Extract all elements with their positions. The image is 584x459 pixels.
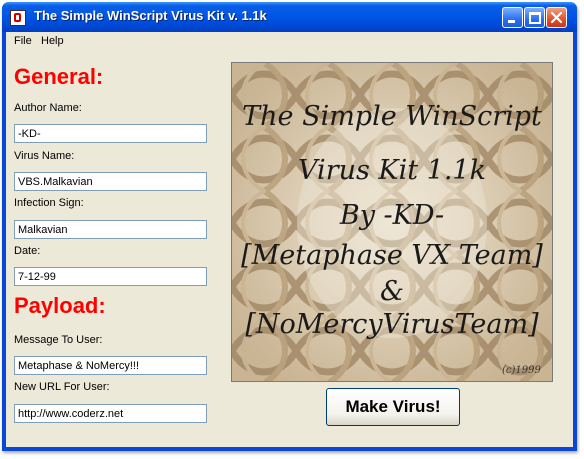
date-field[interactable]: 7-12-99 (14, 267, 207, 286)
general-heading: General: (14, 64, 104, 89)
minimize-button[interactable] (502, 7, 523, 28)
banner-image: The Simple WinScript Virus Kit 1.1k By -… (231, 62, 553, 382)
date-label: Date: (14, 245, 41, 257)
new-url-label: New URL For User: (14, 381, 110, 393)
infection-sign-label: Infection Sign: (14, 197, 84, 209)
close-icon (550, 11, 563, 24)
banner-line-kit: Virus Kit 1.1k (298, 155, 486, 186)
title-bar[interactable]: The Simple WinScript Virus Kit v. 1.1k (2, 2, 577, 32)
window-title: The Simple WinScript Virus Kit v. 1.1k (34, 8, 267, 23)
app-window: The Simple WinScript Virus Kit v. 1.1k F… (2, 2, 577, 451)
infection-sign-field[interactable]: Malkavian (14, 220, 207, 239)
payload-heading: Payload: (14, 293, 106, 318)
menu-bar: File Help (6, 32, 573, 51)
client-area: File Help General: Author Name: -KD- Vir… (6, 32, 573, 447)
message-to-user-field[interactable]: Metaphase & NoMercy!!! (14, 356, 207, 375)
banner-line-ampersand: & (379, 276, 405, 307)
app-icon[interactable] (10, 10, 26, 26)
banner-line-title: The Simple WinScript (242, 101, 542, 132)
banner-copyright: (c)1999 (502, 365, 541, 376)
make-virus-button[interactable]: Make Virus! (326, 388, 460, 426)
banner-line-team1: [Metaphase VX Team] (241, 240, 543, 271)
menu-file[interactable]: File (14, 35, 32, 47)
author-name-field[interactable]: -KD- (14, 124, 207, 143)
message-to-user-label: Message To User: (14, 334, 103, 346)
close-button[interactable] (546, 7, 567, 28)
banner-line-author: By -KD- (339, 200, 445, 231)
virus-name-field[interactable]: VBS.Malkavian (14, 172, 207, 191)
author-name-label: Author Name: (14, 102, 82, 114)
new-url-field[interactable]: http://www.coderz.net (14, 404, 207, 423)
maximize-button[interactable] (524, 7, 545, 28)
menu-help[interactable]: Help (41, 35, 64, 47)
virus-name-label: Virus Name: (14, 150, 75, 162)
banner-line-team2: [NoMercyVirusTeam] (245, 309, 539, 340)
